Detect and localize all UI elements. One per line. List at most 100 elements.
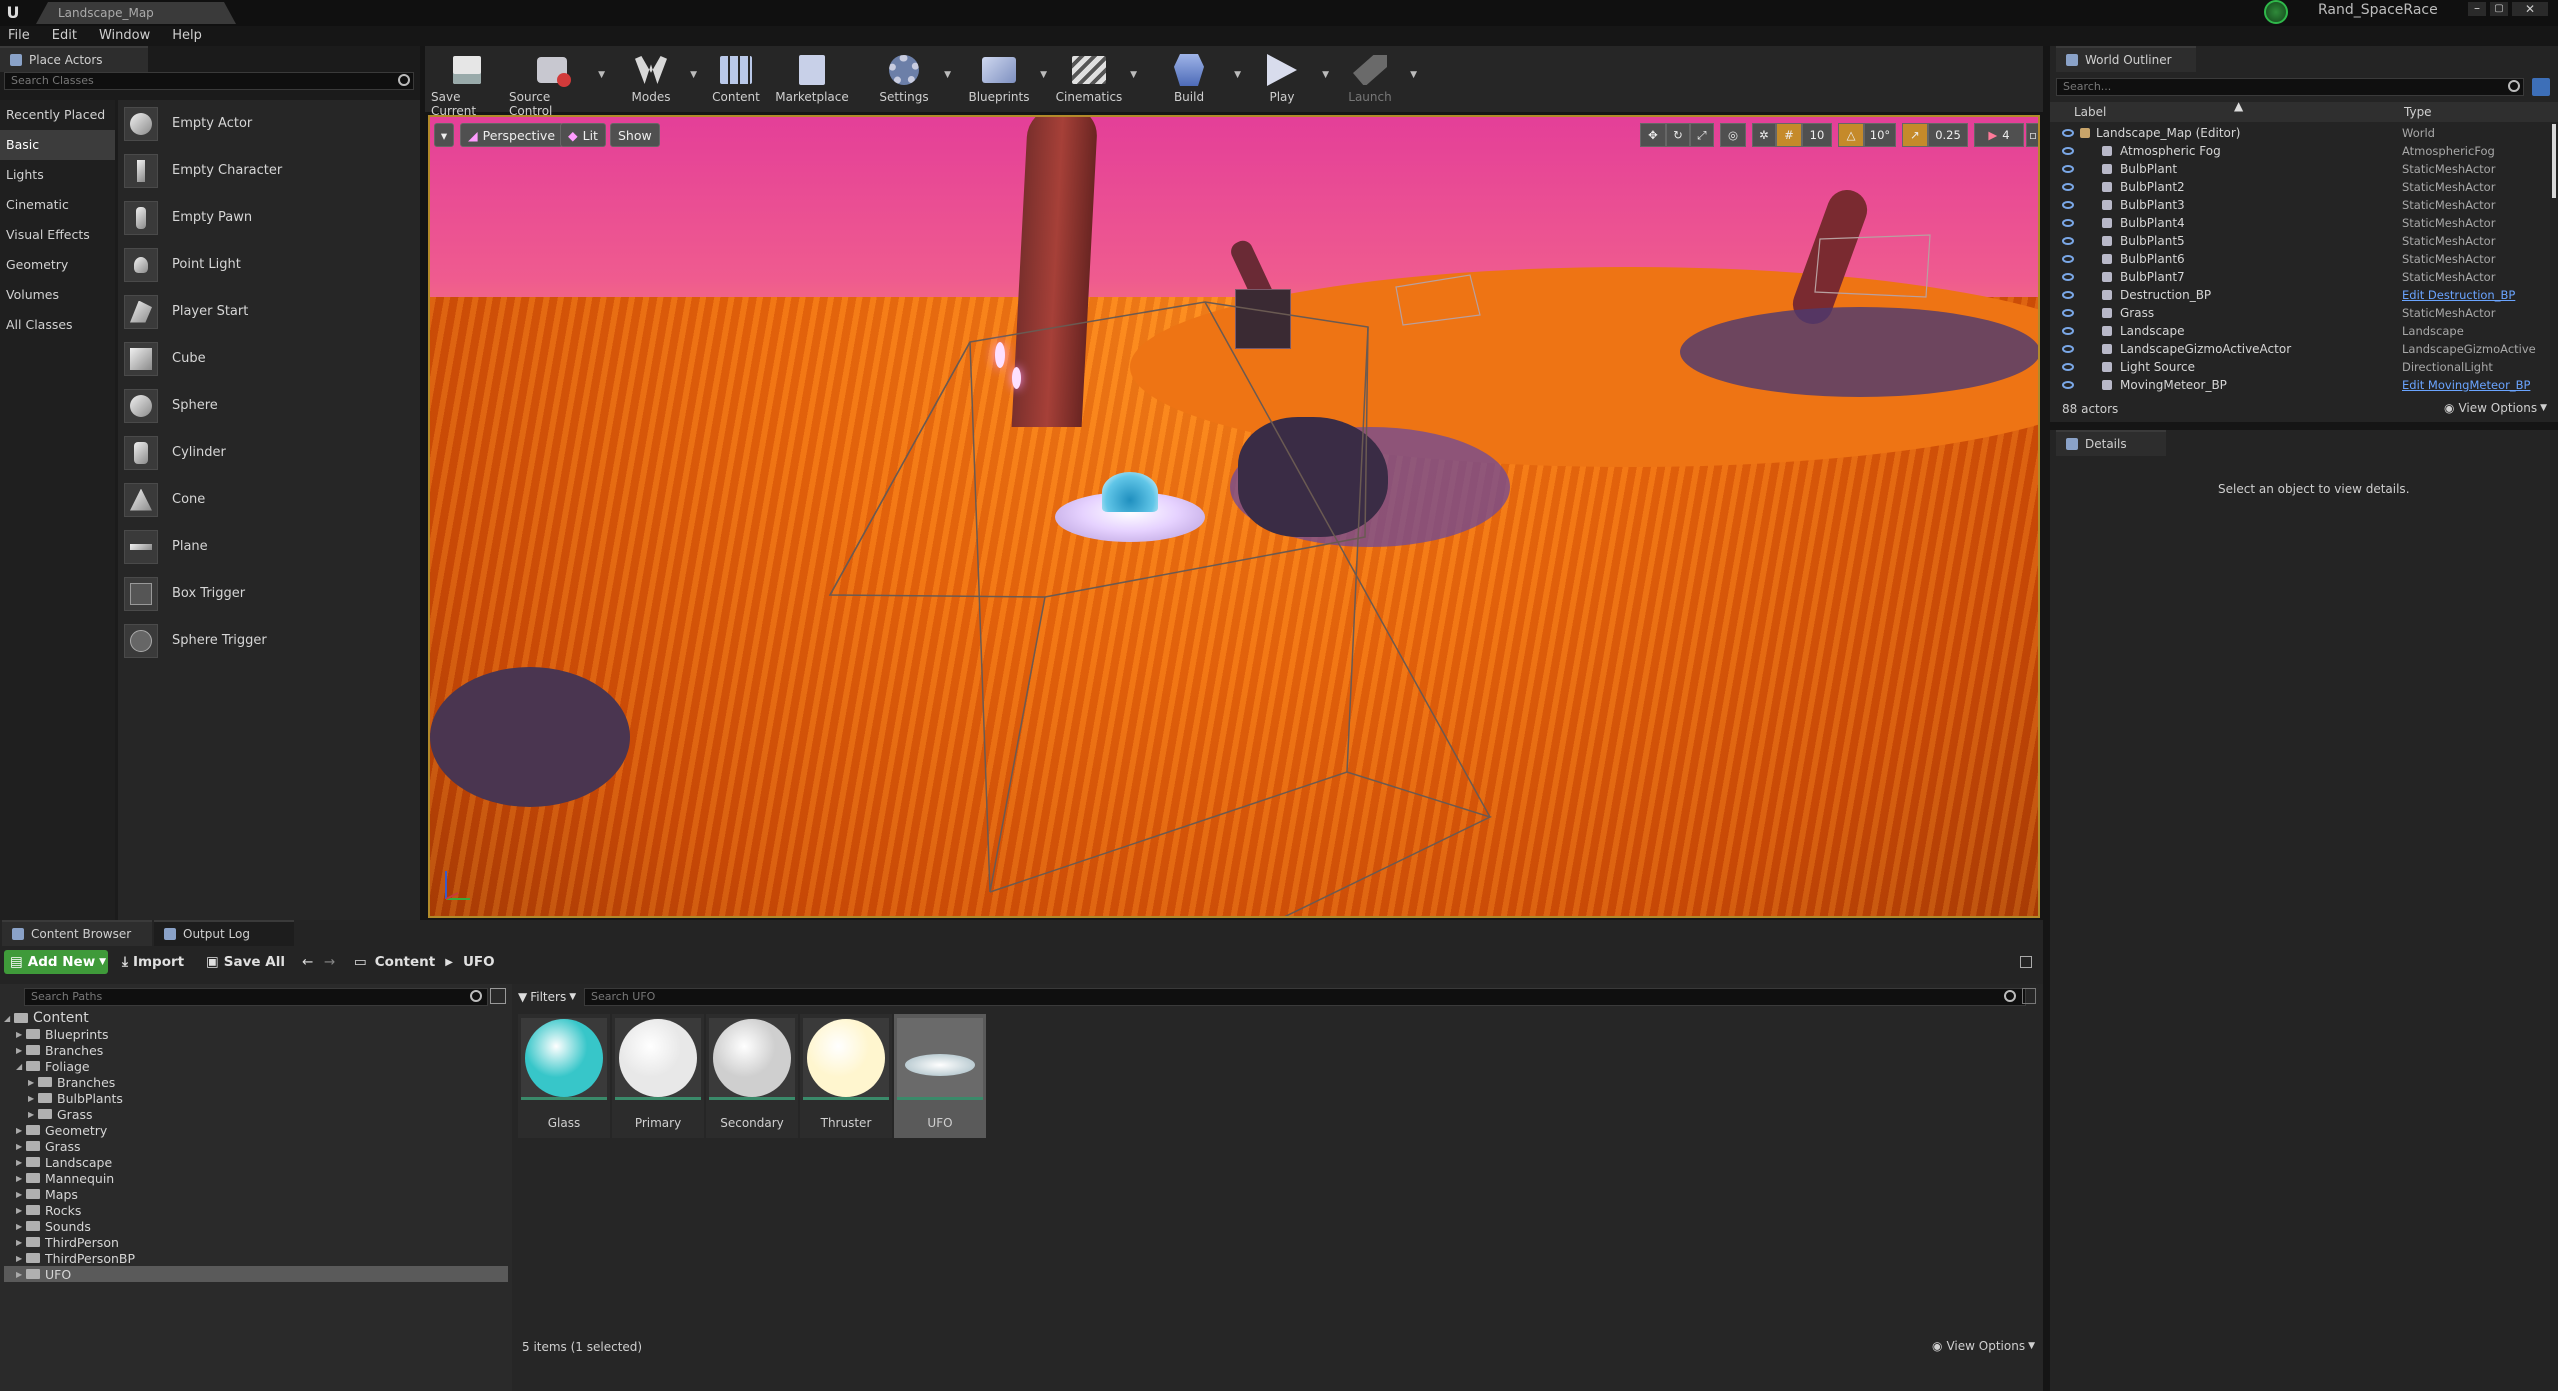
category-geometry[interactable]: Geometry <box>0 250 115 280</box>
folder-tree-item[interactable]: ▶ Branches <box>28 1074 115 1090</box>
outliner-row[interactable]: BulbPlant StaticMeshActor <box>2050 160 2558 178</box>
visibility-eye-icon[interactable] <box>2062 381 2074 389</box>
edit-blueprint-link[interactable]: Edit Destruction_BP <box>2402 288 2515 302</box>
save-all-button[interactable]: ▣ Save All <box>206 950 285 974</box>
path-view-options-icon[interactable] <box>490 988 506 1004</box>
visibility-eye-icon[interactable] <box>2062 237 2074 245</box>
menu-edit[interactable]: Edit <box>52 26 77 46</box>
minimize-button[interactable]: – <box>2468 2 2486 16</box>
scale-snap-value[interactable]: 0.25 <box>1928 123 1968 147</box>
world-local-icon[interactable]: ◎ <box>1720 123 1746 147</box>
outliner-view-options-button[interactable]: ◉ View Options ▼ <box>2444 401 2547 415</box>
outliner-row[interactable]: BulbPlant3 StaticMeshActor <box>2050 196 2558 214</box>
modes-button[interactable]: Modes ▼ <box>615 46 697 104</box>
rotation-snap-value[interactable]: 10° <box>1864 123 1896 147</box>
place-actors-tab[interactable]: Place Actors <box>0 46 148 72</box>
save-search-icon[interactable] <box>2022 988 2036 1004</box>
outliner-row[interactable]: Grass StaticMeshActor <box>2050 304 2558 322</box>
show-button[interactable]: Show <box>610 123 660 147</box>
visibility-eye-icon[interactable] <box>2062 327 2074 335</box>
folder-tree-item[interactable]: ▶ Maps <box>16 1186 78 1202</box>
expand-closed-icon[interactable]: ▶ <box>28 1094 38 1103</box>
save-current-button[interactable]: Save Current <box>431 46 503 118</box>
details-tab[interactable]: Details <box>2056 430 2166 456</box>
outliner-row[interactable]: LandscapeGizmoActiveActor LandscapeGizmoA… <box>2050 340 2558 358</box>
actor-item-cylinder[interactable]: Cylinder <box>118 429 420 476</box>
actor-item-empty-actor[interactable]: Empty Actor <box>118 100 420 147</box>
category-lights[interactable]: Lights <box>0 160 115 190</box>
outliner-row[interactable]: BulbPlant7 StaticMeshActor <box>2050 268 2558 286</box>
edit-blueprint-link[interactable]: Edit MovingMeteor_BP <box>2402 378 2530 392</box>
actor-item-empty-pawn[interactable]: Empty Pawn <box>118 194 420 241</box>
folder-tree-item[interactable]: ▶ ThirdPersonBP <box>16 1250 135 1266</box>
asset-tile[interactable]: Glass <box>518 1014 610 1138</box>
expand-closed-icon[interactable]: ▶ <box>16 1142 26 1151</box>
search-classes-input[interactable]: Search Classes <box>4 72 414 90</box>
rotate-mode-icon[interactable]: ↻ <box>1666 123 1690 147</box>
expand-closed-icon[interactable]: ▶ <box>16 1158 26 1167</box>
actor-item-sphere[interactable]: Sphere <box>118 382 420 429</box>
asset-tile[interactable]: UFO <box>894 1014 986 1138</box>
visibility-eye-icon[interactable] <box>2062 255 2074 263</box>
perspective-button[interactable]: ◢ Perspective <box>460 123 564 147</box>
folder-tree-item[interactable]: ▶ Geometry <box>16 1122 107 1138</box>
filters-button[interactable]: ▼ Filters ▼ <box>518 988 576 1006</box>
import-button[interactable]: ⤓ Import <box>122 950 184 974</box>
folder-tree-item[interactable]: ▶ Landscape <box>16 1154 112 1170</box>
visibility-eye-icon[interactable] <box>2062 363 2074 371</box>
folder-tree-item[interactable]: ▶ ThirdPerson <box>16 1234 119 1250</box>
camera-speed-button[interactable]: ▶ 4 <box>1974 123 2024 147</box>
visibility-eye-icon[interactable] <box>2062 291 2074 299</box>
lock-icon[interactable] <box>2020 956 2032 968</box>
visibility-eye-icon[interactable] <box>2062 273 2074 281</box>
category-all-classes[interactable]: All Classes <box>0 310 115 340</box>
world-outliner-tab[interactable]: World Outliner <box>2056 46 2196 72</box>
outliner-row[interactable]: Atmospheric Fog AtmosphericFog <box>2050 142 2558 160</box>
menu-help[interactable]: Help <box>172 26 202 46</box>
outliner-row[interactable]: BulbPlant4 StaticMeshActor <box>2050 214 2558 232</box>
folder-tree-item[interactable]: ▶ Mannequin <box>16 1170 114 1186</box>
visibility-eye-icon[interactable] <box>2062 165 2074 173</box>
breadcrumb-ufo[interactable]: UFO <box>463 954 495 970</box>
folder-tree-item[interactable]: ◢ Foliage <box>16 1058 90 1074</box>
history-back-button[interactable]: ← <box>302 950 313 974</box>
actor-item-sphere-trigger[interactable]: Sphere Trigger <box>118 617 420 664</box>
scale-snap-icon[interactable]: ↗ <box>1902 123 1928 147</box>
actor-item-cube[interactable]: Cube <box>118 335 420 382</box>
folder-tree-item[interactable]: ▶ Grass <box>16 1138 81 1154</box>
cinematics-button[interactable]: Cinematics ▼ <box>1051 46 1137 104</box>
category-cinematic[interactable]: Cinematic <box>0 190 115 220</box>
expand-closed-icon[interactable]: ▶ <box>16 1222 26 1231</box>
settings-button[interactable]: Settings ▼ <box>867 46 951 104</box>
visibility-eye-icon[interactable] <box>2062 201 2074 209</box>
menu-window[interactable]: Window <box>99 26 150 46</box>
expand-closed-icon[interactable]: ▶ <box>28 1078 38 1087</box>
expand-closed-icon[interactable]: ▶ <box>16 1238 26 1247</box>
actor-item-box-trigger[interactable]: Box Trigger <box>118 570 420 617</box>
expand-closed-icon[interactable]: ▶ <box>16 1270 26 1279</box>
asset-tile[interactable]: Secondary <box>706 1014 798 1138</box>
viewport-options-dropdown[interactable]: ▾ <box>434 123 454 147</box>
asset-tile[interactable]: Thruster <box>800 1014 892 1138</box>
level-viewport[interactable]: ▾ ◢ Perspective ◆ Lit Show ✥ ↻ ⤢ ◎ ✲ # 10 … <box>428 115 2040 918</box>
folder-tree-item[interactable]: ▶ Sounds <box>16 1218 91 1234</box>
column-type-header[interactable]: Type <box>2404 105 2432 119</box>
build-button[interactable]: Build ▼ <box>1147 46 1241 104</box>
search-paths-input[interactable]: Search Paths <box>24 988 488 1006</box>
folder-tree-item[interactable]: ◢ Content <box>4 1010 89 1026</box>
rotation-snap-icon[interactable]: △ <box>1838 123 1864 147</box>
actor-item-empty-character[interactable]: Empty Character <box>118 147 420 194</box>
marketplace-button[interactable]: Marketplace <box>775 46 849 104</box>
visibility-eye-icon[interactable] <box>2062 219 2074 227</box>
asset-tile[interactable]: Primary <box>612 1014 704 1138</box>
content-button[interactable]: Content <box>701 46 771 104</box>
source-control-button[interactable]: Source Control ▼ <box>509 46 605 118</box>
blueprints-button[interactable]: Blueprints ▼ <box>961 46 1047 104</box>
folder-tree-item[interactable]: ▶ Rocks <box>16 1202 81 1218</box>
folder-tree-item[interactable]: ▶ BulbPlants <box>28 1090 123 1106</box>
history-forward-button[interactable]: → <box>324 950 335 974</box>
menu-file[interactable]: File <box>8 26 30 46</box>
outliner-row[interactable]: BulbPlant5 StaticMeshActor <box>2050 232 2558 250</box>
folder-tree-item[interactable]: ▶ Branches <box>16 1042 103 1058</box>
visibility-eye-icon[interactable] <box>2062 345 2074 353</box>
